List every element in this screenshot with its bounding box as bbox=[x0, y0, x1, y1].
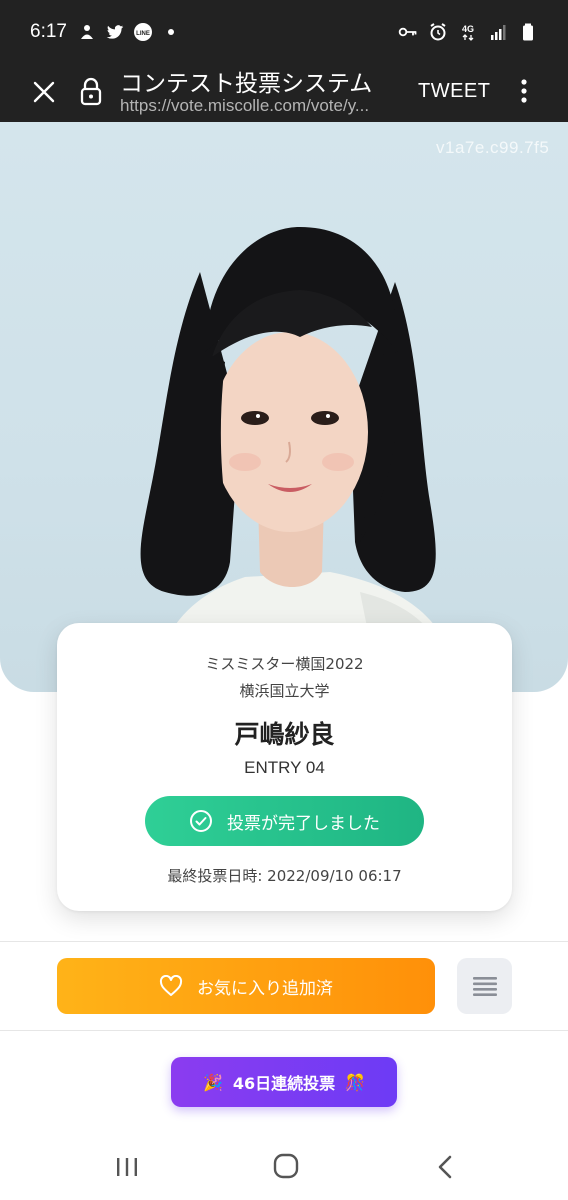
streak-label: 46日連続投票 bbox=[232, 1074, 336, 1093]
last-vote-time: 最終投票日時: 2022/09/10 06:17 bbox=[167, 867, 402, 885]
candidate-name: 戸嶋紗良 bbox=[234, 720, 335, 749]
page-url[interactable]: https://vote.miscolle.com/vote/y... bbox=[120, 96, 395, 116]
watermark-top: v1a7e.c99.7f5 bbox=[436, 138, 550, 157]
dot-icon bbox=[161, 22, 181, 42]
check-circle-icon bbox=[190, 810, 212, 832]
candidate-photo: v1a7e.c99.7f5 v1a7e.c99.7f5 bbox=[0, 122, 568, 692]
more-options-icon[interactable] bbox=[512, 76, 536, 106]
vote-complete-label: 投票が完了しました bbox=[227, 813, 380, 834]
clock: 6:17 bbox=[30, 21, 67, 42]
portrait-illustration bbox=[140, 227, 462, 692]
divider bbox=[0, 1030, 568, 1031]
browser-toolbar: コンテスト投票システム https://vote.miscolle.com/vo… bbox=[0, 64, 568, 122]
menu-button[interactable] bbox=[457, 958, 512, 1014]
svg-text:LINE: LINE bbox=[136, 31, 150, 37]
battery-icon bbox=[518, 22, 538, 42]
candidate-card: ミスミスター横国2022 横浜国立大学 戸嶋紗良 ENTRY 04 投票が完了し… bbox=[57, 623, 512, 911]
key-icon bbox=[398, 22, 418, 42]
vote-streak-badge[interactable]: 🎉 46日連続投票 🎊 bbox=[171, 1057, 397, 1107]
line-icon: LINE bbox=[133, 22, 153, 42]
contest-name: ミスミスター横国2022 bbox=[205, 655, 364, 673]
confetti-icon: 🎊 bbox=[345, 1072, 366, 1092]
favorite-button[interactable]: お気に入り追加済 bbox=[57, 958, 435, 1014]
home-icon[interactable] bbox=[272, 1152, 300, 1180]
svg-text:4G: 4G bbox=[462, 24, 474, 34]
status-bar: 6:17 LINE 4G bbox=[0, 0, 568, 64]
lock-icon[interactable] bbox=[80, 76, 102, 106]
back-icon[interactable] bbox=[434, 1154, 456, 1180]
page-title: コンテスト投票システム bbox=[120, 71, 373, 97]
party-popper-icon: 🎉 bbox=[202, 1072, 223, 1092]
twitter-icon bbox=[105, 22, 125, 42]
network-type-icon: 4G bbox=[458, 22, 478, 42]
signal-icon bbox=[488, 22, 508, 42]
university-name: 横浜国立大学 bbox=[239, 682, 330, 700]
recents-icon[interactable] bbox=[114, 1156, 140, 1178]
alarm-icon bbox=[428, 22, 448, 42]
entry-number: ENTRY 04 bbox=[244, 758, 325, 777]
list-icon bbox=[472, 977, 497, 996]
tweet-button[interactable]: TWEET bbox=[418, 80, 491, 103]
heart-icon bbox=[159, 975, 183, 996]
notification-app-icon bbox=[77, 22, 97, 42]
favorite-label: お気に入り追加済 bbox=[197, 978, 333, 999]
system-navigation-bar bbox=[0, 1138, 568, 1200]
vote-complete-button[interactable]: 投票が完了しました bbox=[145, 796, 424, 846]
divider bbox=[0, 941, 568, 942]
close-icon[interactable] bbox=[30, 78, 58, 106]
